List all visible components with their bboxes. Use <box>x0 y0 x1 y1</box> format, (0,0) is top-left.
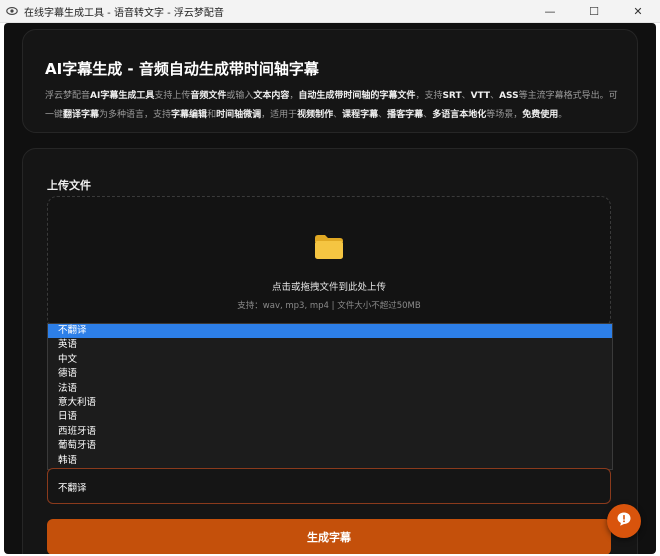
dropzone-hint: 支持：wav, mp3, mp4 | 文件大小不超过50MB <box>237 301 421 311</box>
intro-text-part: 、 <box>333 110 343 120</box>
dropzone-text: 点击或拖拽文件到此处上传 <box>271 282 386 293</box>
intro-text: 浮云梦配音AI字幕生成工具支持上传音频文件或输入文本内容，自动生成带时间轴的字幕… <box>45 87 621 125</box>
page-content: AI字幕生成 - 音频自动生成带时间轴字幕 浮云梦配音AI字幕生成工具支持上传音… <box>4 23 656 554</box>
intro-keyword: 免费使用 <box>522 110 559 120</box>
translate-select-value: 不翻译 <box>58 483 87 494</box>
language-option[interactable]: 葡萄牙语 <box>48 439 612 453</box>
chat-icon <box>616 511 632 531</box>
page-title: AI字幕生成 - 音频自动生成带时间轴字幕 <box>45 60 319 78</box>
intro-keyword: 课程字幕 <box>342 110 379 120</box>
intro-text-part: 或输入 <box>226 91 254 101</box>
minimize-button[interactable]: — <box>528 0 572 22</box>
language-option[interactable]: 法语 <box>48 382 612 396</box>
intro-keyword: 翻译字幕 <box>63 110 100 120</box>
intro-keyword: 多语言本地化 <box>432 110 487 120</box>
intro-keyword: ASS <box>499 91 519 101</box>
intro-text-part: 和 <box>207 110 217 120</box>
intro-text-part: 为多种语言，支持 <box>99 110 172 120</box>
intro-text-part: 、 <box>461 91 471 101</box>
window-title: 在线字幕生成工具 - 语音转文字 - 浮云梦配音 <box>24 7 224 19</box>
language-option[interactable]: 德语 <box>48 367 612 381</box>
intro-keyword: AI字幕生成工具 <box>90 91 155 101</box>
language-option[interactable]: 英语 <box>48 338 612 352</box>
intro-text-part: ，支持 <box>415 91 443 101</box>
main-card: 上传文件 点击或拖拽文件到此处上传 支持：wav, mp3, mp4 | 文件大… <box>22 148 638 554</box>
intro-text-part: ，适用于 <box>261 110 298 120</box>
translate-select[interactable]: 不翻译 <box>47 468 611 504</box>
intro-keyword: SRT <box>442 91 462 101</box>
language-option[interactable]: 中文 <box>48 353 612 367</box>
intro-keyword: 时间轴微调 <box>216 110 262 120</box>
intro-keyword: 视频制作 <box>297 110 334 120</box>
header-card: AI字幕生成 - 音频自动生成带时间轴字幕 浮云梦配音AI字幕生成工具支持上传音… <box>22 29 638 133</box>
intro-text-part: 支持上传 <box>154 91 191 101</box>
intro-text-part: 、 <box>423 110 433 120</box>
intro-text-part: 。 <box>558 110 568 120</box>
generate-subtitle-label: 生成字幕 <box>307 531 351 544</box>
intro-keyword: 播客字幕 <box>387 110 424 120</box>
generate-subtitle-button[interactable]: 生成字幕 <box>47 519 611 554</box>
intro-keyword: 自动生成带时间轴的字幕文件 <box>298 91 416 101</box>
language-option[interactable]: 韩语 <box>48 454 612 468</box>
intro-text-part: 、 <box>378 110 388 120</box>
folder-icon <box>314 234 344 260</box>
intro-keyword: VTT <box>470 91 491 101</box>
translate-language-list[interactable]: 不翻译 英语 中文 德语 法语 意大利语 日语 西班牙语 葡萄牙语 韩语 <box>47 323 613 470</box>
intro-text-part: 等场景， <box>486 110 523 120</box>
close-button[interactable]: ✕ <box>616 0 660 22</box>
language-option[interactable]: 西班牙语 <box>48 425 612 439</box>
intro-keyword: 音频文件 <box>190 91 227 101</box>
intro-keyword: 文本内容 <box>253 91 290 101</box>
window-titlebar: 在线字幕生成工具 - 语音转文字 - 浮云梦配音 — ☐ ✕ <box>0 0 660 23</box>
language-option[interactable]: 日语 <box>48 410 612 424</box>
upload-dropzone[interactable]: 点击或拖拽文件到此处上传 支持：wav, mp3, mp4 | 文件大小不超过5… <box>47 196 611 328</box>
intro-text-part: 浮云梦配音 <box>45 91 91 101</box>
language-option[interactable]: 意大利语 <box>48 396 612 410</box>
window-controls: — ☐ ✕ <box>528 0 660 22</box>
chat-fab-button[interactable] <box>607 504 641 538</box>
upload-label: 上传文件 <box>47 179 91 192</box>
intro-keyword: 字幕编辑 <box>171 110 208 120</box>
eye-icon <box>6 5 18 17</box>
maximize-button[interactable]: ☐ <box>572 0 616 22</box>
intro-text-part: 、 <box>490 91 500 101</box>
language-option-selected[interactable]: 不翻译 <box>48 324 612 339</box>
